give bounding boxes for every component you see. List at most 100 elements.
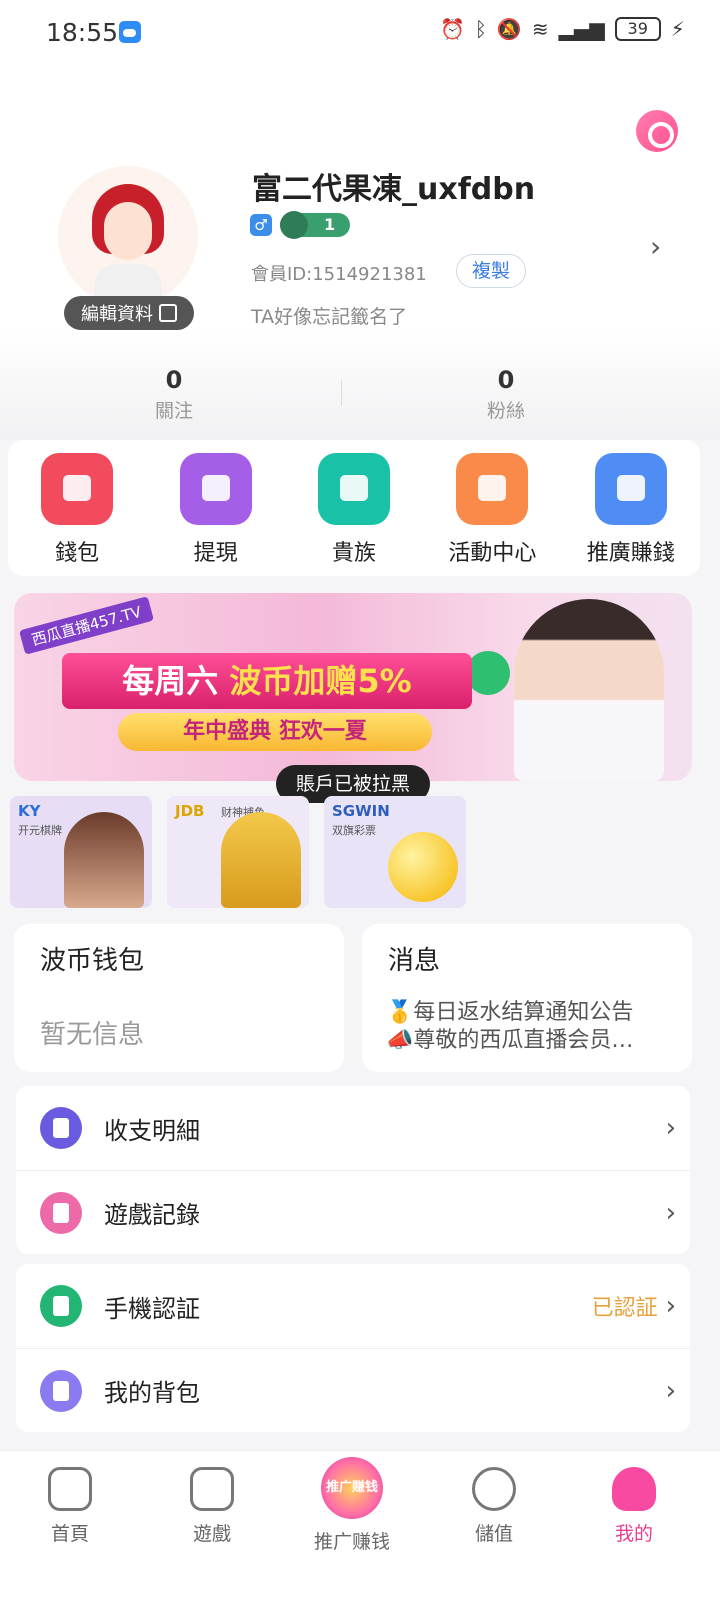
action-label: 貴族 bbox=[331, 541, 376, 566]
username: 富二代果凍_uxfdbn bbox=[252, 172, 536, 207]
promo-badge-icon: 推广赚钱 bbox=[321, 1457, 383, 1519]
following-label: 關注 bbox=[154, 400, 193, 422]
gender-badge: ♂ bbox=[250, 214, 272, 236]
paper-plane-icon bbox=[594, 453, 667, 525]
level-badge: 1 bbox=[280, 211, 350, 239]
weather-icon bbox=[119, 21, 141, 43]
nav-label: 首頁 bbox=[50, 1523, 89, 1545]
wallet-card-title: 波币钱包 bbox=[40, 946, 145, 976]
game-sublabel: 开元棋牌 bbox=[18, 824, 62, 837]
money-bag-icon bbox=[179, 453, 252, 525]
menu-group-account: 手機認証 已認証 › 我的背包 › bbox=[16, 1264, 690, 1432]
menu-label: 收支明細 bbox=[104, 1116, 200, 1145]
stat-following[interactable]: 0 關注 bbox=[74, 366, 274, 423]
yen-icon bbox=[472, 1467, 516, 1511]
chevron-right-icon: › bbox=[665, 1375, 676, 1406]
banner-model-image bbox=[514, 599, 664, 781]
game-tile-sgwin[interactable]: SGWIN 双旗彩票 bbox=[324, 796, 466, 908]
edit-profile-button[interactable]: 編輯資料 bbox=[64, 296, 194, 330]
document-icon bbox=[40, 1107, 82, 1149]
action-label: 錢包 bbox=[55, 541, 100, 566]
backpack-icon bbox=[40, 1369, 82, 1412]
nav-label: 儲值 bbox=[474, 1523, 513, 1545]
level-number: 1 bbox=[324, 215, 336, 234]
user-icon bbox=[612, 1467, 656, 1511]
chevron-right-icon: › bbox=[665, 1291, 676, 1321]
member-id: 會員ID:1514921381 bbox=[251, 264, 427, 285]
nav-topup[interactable]: 儲值 bbox=[434, 1467, 554, 1546]
signature: TA好像忘記籤名了 bbox=[251, 306, 408, 328]
game-art bbox=[221, 812, 301, 908]
menu-backpack[interactable]: 我的背包 › bbox=[16, 1348, 690, 1432]
wallet-empty-text: 暂无信息 bbox=[40, 1020, 145, 1050]
fans-count: 0 bbox=[497, 366, 515, 394]
lottery-ball-art bbox=[388, 832, 458, 902]
status-bar: 18:55 ⏰ ᛒ 🔕 ≋ ▂▄▆ 39 ⚡ bbox=[0, 0, 720, 64]
following-count: 0 bbox=[165, 366, 183, 394]
action-label: 推廣賺錢 bbox=[586, 541, 675, 566]
banner-headline-a: 每周六 bbox=[122, 662, 230, 700]
stat-divider bbox=[341, 380, 342, 406]
signal-icon: ▂▄▆ bbox=[558, 17, 605, 41]
wallet-card[interactable]: 波币钱包 暂无信息 bbox=[14, 924, 344, 1072]
action-withdraw[interactable]: 提現 bbox=[156, 440, 276, 576]
game-art bbox=[64, 812, 144, 908]
menu-game-records[interactable]: 遊戲記錄 › bbox=[16, 1170, 690, 1254]
message-card[interactable]: 消息 🥇每日返水结算通知公告 📣尊敬的西瓜直播会员… bbox=[362, 924, 692, 1072]
banner-headline-b: 波币加赠5% bbox=[229, 662, 412, 700]
promo-banner[interactable]: 西瓜直播457.TV 每周六 波币加赠5% 年中盛典 狂欢一夏 bbox=[14, 593, 692, 781]
edit-profile-label: 編輯資料 bbox=[81, 304, 153, 325]
bottom-nav: 首頁 遊戲 推广赚钱 推广赚钱 儲值 我的 bbox=[0, 1450, 720, 1600]
charging-icon: ⚡ bbox=[670, 17, 685, 41]
home-icon bbox=[48, 1467, 92, 1511]
action-promote[interactable]: 推廣賺錢 bbox=[571, 440, 691, 576]
nav-label: 遊戲 bbox=[192, 1523, 231, 1545]
menu-group-records: 收支明細 › 遊戲記錄 › bbox=[16, 1086, 690, 1254]
menu-phone-verify[interactable]: 手機認証 已認証 › bbox=[16, 1264, 690, 1348]
gamepad-icon bbox=[190, 1467, 234, 1511]
game-tile-jdb[interactable]: JDB 财神捕鱼 bbox=[167, 796, 309, 908]
settings-button[interactable] bbox=[636, 110, 678, 152]
menu-label: 遊戲記錄 bbox=[104, 1201, 200, 1229]
phone-icon bbox=[40, 1285, 82, 1327]
edit-icon bbox=[159, 304, 177, 322]
verified-status: 已認証 bbox=[591, 1296, 658, 1321]
alarm-icon: ⏰ bbox=[440, 17, 465, 41]
nav-games[interactable]: 遊戲 bbox=[152, 1467, 272, 1546]
status-icons: ⏰ ᛒ 🔕 ≋ ▂▄▆ 39 ⚡ bbox=[440, 17, 685, 41]
menu-transactions[interactable]: 收支明細 › bbox=[16, 1086, 690, 1170]
nav-label: 我的 bbox=[614, 1523, 653, 1545]
level-icon bbox=[280, 211, 308, 239]
gamepad-icon bbox=[40, 1191, 82, 1234]
game-logo: JDB bbox=[175, 802, 205, 820]
action-label: 活動中心 bbox=[448, 541, 537, 566]
crown-icon bbox=[317, 453, 390, 525]
game-logo: SGWIN bbox=[332, 802, 390, 820]
action-wallet[interactable]: 錢包 bbox=[17, 440, 137, 576]
nav-home[interactable]: 首頁 bbox=[10, 1467, 130, 1546]
chevron-right-icon: › bbox=[665, 1197, 676, 1228]
game-sublabel: 双旗彩票 bbox=[332, 824, 376, 837]
chevron-right-icon: › bbox=[665, 1113, 676, 1143]
mute-icon: 🔕 bbox=[496, 17, 522, 41]
battery-icon: 39 bbox=[614, 17, 661, 41]
quick-actions: 錢包 提現 貴族 活動中心 推廣賺錢 bbox=[8, 440, 700, 576]
stat-fans[interactable]: 0 粉絲 bbox=[406, 366, 606, 423]
game-tile-ky[interactable]: KY 开元棋牌 bbox=[10, 796, 152, 908]
gift-icon bbox=[456, 453, 529, 525]
chevron-right-icon[interactable]: › bbox=[650, 230, 661, 263]
action-events[interactable]: 活動中心 bbox=[432, 440, 552, 576]
wallet-icon bbox=[41, 453, 114, 525]
wifi-icon: ≋ bbox=[531, 17, 549, 41]
avatar[interactable] bbox=[58, 166, 198, 306]
nav-promote[interactable]: 推广赚钱 推广赚钱 bbox=[292, 1457, 412, 1554]
message-line: 📣尊敬的西瓜直播会员… bbox=[386, 1028, 634, 1053]
action-label: 提現 bbox=[193, 541, 238, 566]
nav-profile[interactable]: 我的 bbox=[574, 1467, 694, 1546]
copy-id-button[interactable]: 複製 bbox=[456, 254, 526, 288]
action-nobility[interactable]: 貴族 bbox=[294, 440, 414, 576]
bluetooth-icon: ᛒ bbox=[474, 17, 487, 41]
game-logo: KY bbox=[18, 802, 41, 820]
menu-label: 手機認証 bbox=[104, 1294, 200, 1323]
nav-label: 推广赚钱 bbox=[313, 1531, 390, 1553]
